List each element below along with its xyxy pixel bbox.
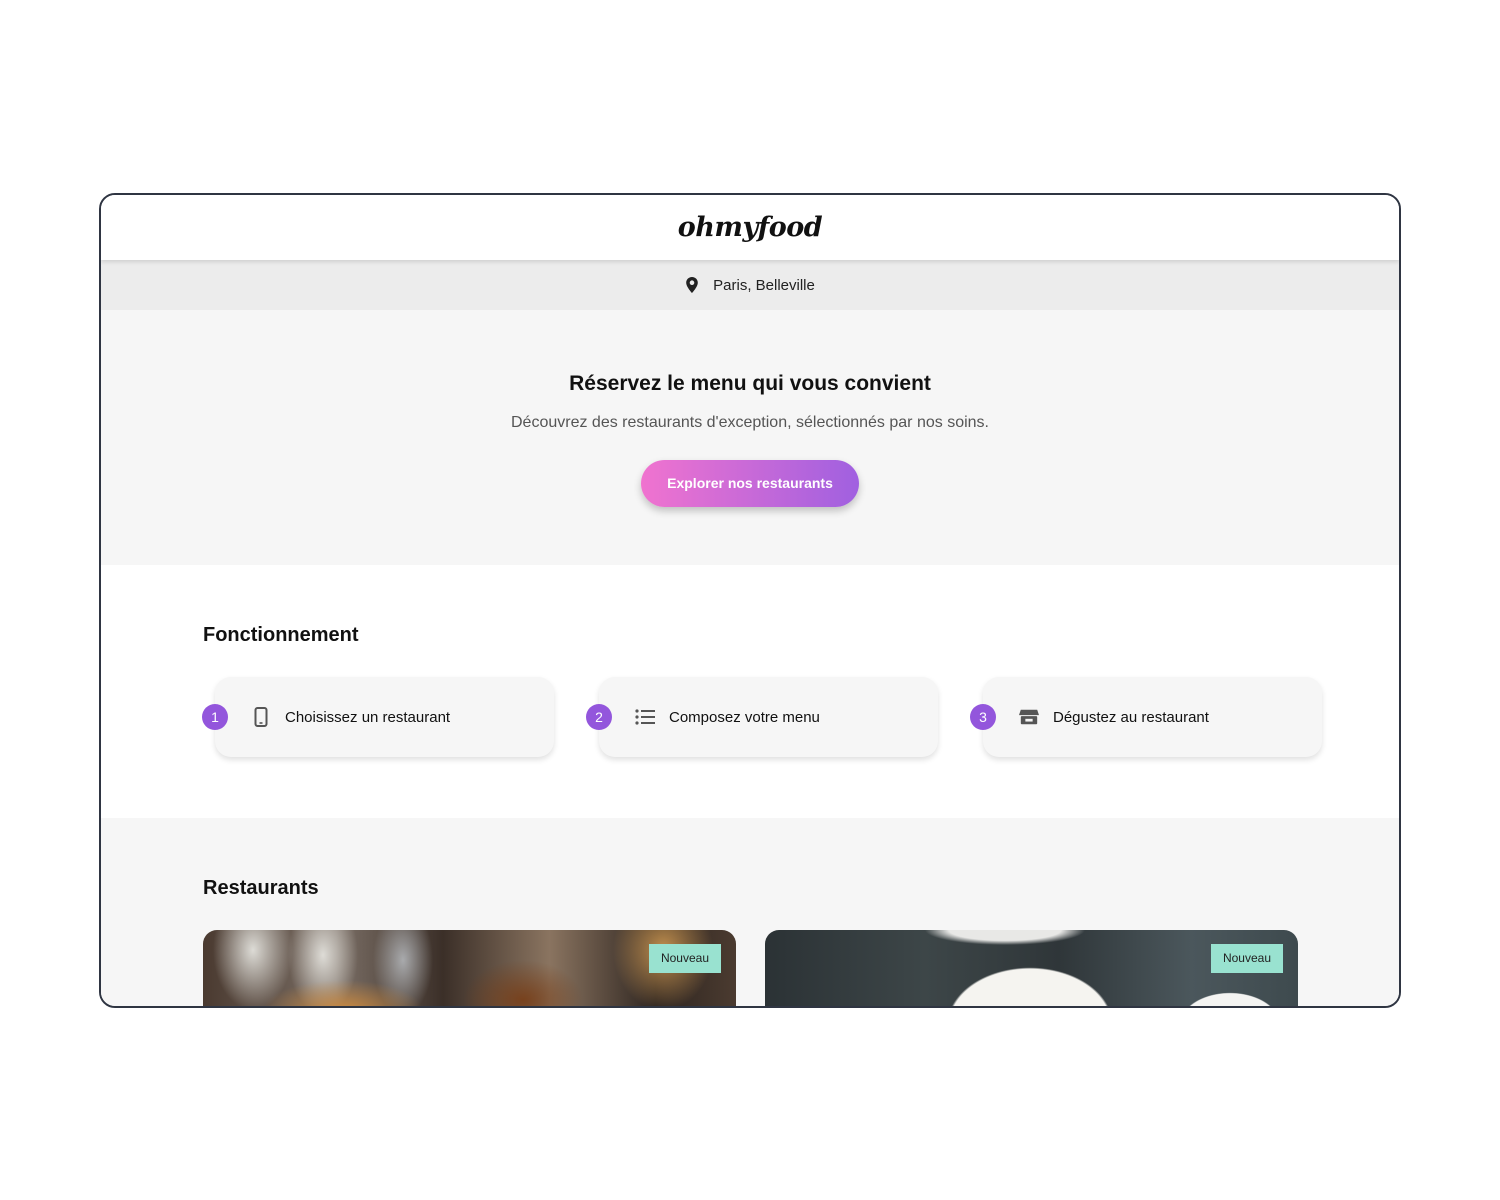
restaurant-card-2[interactable]: Nouveau — [765, 930, 1298, 1006]
step-card-1: 1 Choisissez un restaurant — [202, 677, 554, 757]
step-label: Composez votre menu — [669, 708, 820, 726]
hero-title: Réservez le menu qui vous convient — [569, 372, 931, 395]
browser-frame: ohmyfood Paris, Belleville Réservez le m… — [99, 193, 1401, 1008]
steps-list: 1 Choisissez un restaurant 2 Composez vo… — [202, 677, 1399, 757]
list-icon — [635, 707, 655, 727]
logo[interactable]: ohmyfood — [678, 212, 823, 243]
restaurant-cards: Nouveau Nouveau — [203, 930, 1399, 1006]
step-number-badge: 2 — [586, 704, 612, 730]
step-card-3: 3 Dégustez au restaurant — [970, 677, 1322, 757]
how-it-works-title: Fonctionnement — [203, 624, 359, 646]
location-text: Paris, Belleville — [713, 276, 815, 294]
restaurant-card-1[interactable]: Nouveau — [203, 930, 736, 1006]
restaurants-title: Restaurants — [203, 877, 319, 899]
step-card-2: 2 Composez votre menu — [586, 677, 938, 757]
step-number-badge: 1 — [202, 704, 228, 730]
hero-section: Réservez le menu qui vous convient Décou… — [101, 310, 1399, 565]
smartphone-icon — [251, 707, 271, 727]
new-badge: Nouveau — [648, 944, 721, 973]
store-icon — [1019, 707, 1039, 727]
how-it-works-section: Fonctionnement 1 Choisissez un restauran… — [101, 565, 1399, 818]
restaurants-section: Restaurants Nouveau Nouveau — [101, 818, 1399, 1006]
step-label: Dégustez au restaurant — [1053, 708, 1209, 726]
step-label: Choisissez un restaurant — [285, 708, 451, 726]
location-bar: Paris, Belleville — [101, 260, 1399, 310]
new-badge: Nouveau — [1210, 944, 1283, 973]
map-pin-icon — [685, 277, 699, 293]
step-number-badge: 3 — [970, 704, 996, 730]
hero-subtitle: Découvrez des restaurants d'exception, s… — [511, 414, 989, 431]
site-header: ohmyfood — [101, 195, 1399, 260]
explore-restaurants-button[interactable]: Explorer nos restaurants — [641, 460, 859, 507]
